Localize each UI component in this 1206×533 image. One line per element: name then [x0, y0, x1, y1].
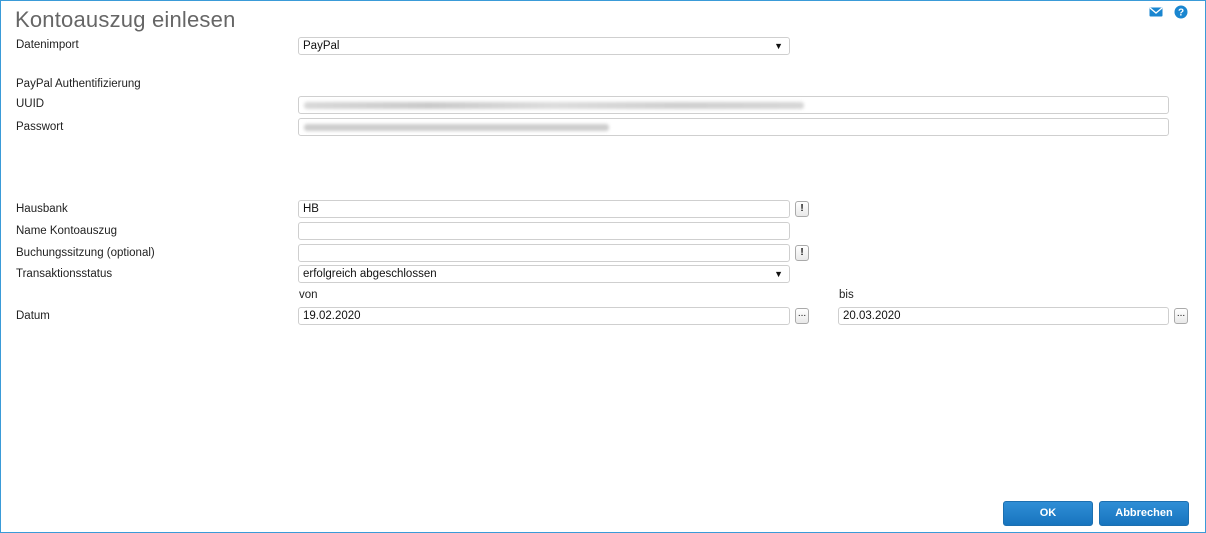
datum-von-field[interactable]: 19.02.2020 [298, 307, 790, 325]
dialog-window: Kontoauszug einlesen ? Datenimport PayPa… [0, 0, 1206, 533]
buchungssitzung-lookup-button[interactable]: ! [795, 245, 809, 261]
datum-bis-value: 20.03.2020 [843, 310, 901, 322]
datenimport-label: Datenimport [16, 39, 79, 51]
datenimport-select[interactable]: PayPal ▼ [298, 37, 790, 55]
uuid-field[interactable] [298, 96, 1169, 114]
svg-text:?: ? [1178, 8, 1184, 19]
datum-label: Datum [16, 310, 50, 322]
passwort-field[interactable] [298, 118, 1169, 136]
auth-section-label: PayPal Authentifizierung [16, 78, 141, 90]
passwort-label: Passwort [16, 121, 64, 133]
datenimport-value: PayPal [303, 40, 340, 52]
datum-von-value: 19.02.2020 [303, 310, 361, 322]
transaktionsstatus-value: erfolgreich abgeschlossen [303, 268, 437, 280]
chevron-down-icon: ▼ [774, 41, 783, 51]
uuid-masked-value [304, 102, 804, 109]
datum-bis-field[interactable]: 20.03.2020 [838, 307, 1169, 325]
buchungssitzung-label: Buchungssitzung (optional) [16, 247, 155, 259]
datum-von-picker-button[interactable]: ... [795, 308, 809, 324]
passwort-masked-value [304, 124, 609, 131]
page-title: Kontoauszug einlesen [15, 7, 236, 32]
ok-button[interactable]: OK [1003, 501, 1093, 526]
uuid-label: UUID [16, 98, 45, 110]
name-kontoauszug-field[interactable] [298, 222, 790, 240]
hausbank-field[interactable]: HB [298, 200, 790, 218]
datum-bis-picker-button[interactable]: ... [1174, 308, 1188, 324]
hausbank-label: Hausbank [16, 203, 68, 215]
buchungssitzung-field[interactable] [298, 244, 790, 262]
transaktionsstatus-label: Transaktionsstatus [16, 268, 113, 280]
name-kontoauszug-label: Name Kontoauszug [16, 225, 118, 237]
hausbank-value: HB [303, 203, 319, 215]
hausbank-lookup-button[interactable]: ! [795, 201, 809, 217]
transaktionsstatus-select[interactable]: erfolgreich abgeschlossen ▼ [298, 265, 790, 283]
cancel-button[interactable]: Abbrechen [1099, 501, 1189, 526]
help-icon[interactable]: ? [1174, 5, 1188, 22]
datum-bis-label: bis [839, 289, 854, 301]
chevron-down-icon: ▼ [774, 269, 783, 279]
mail-icon[interactable] [1149, 6, 1163, 21]
datum-von-label: von [299, 289, 318, 301]
